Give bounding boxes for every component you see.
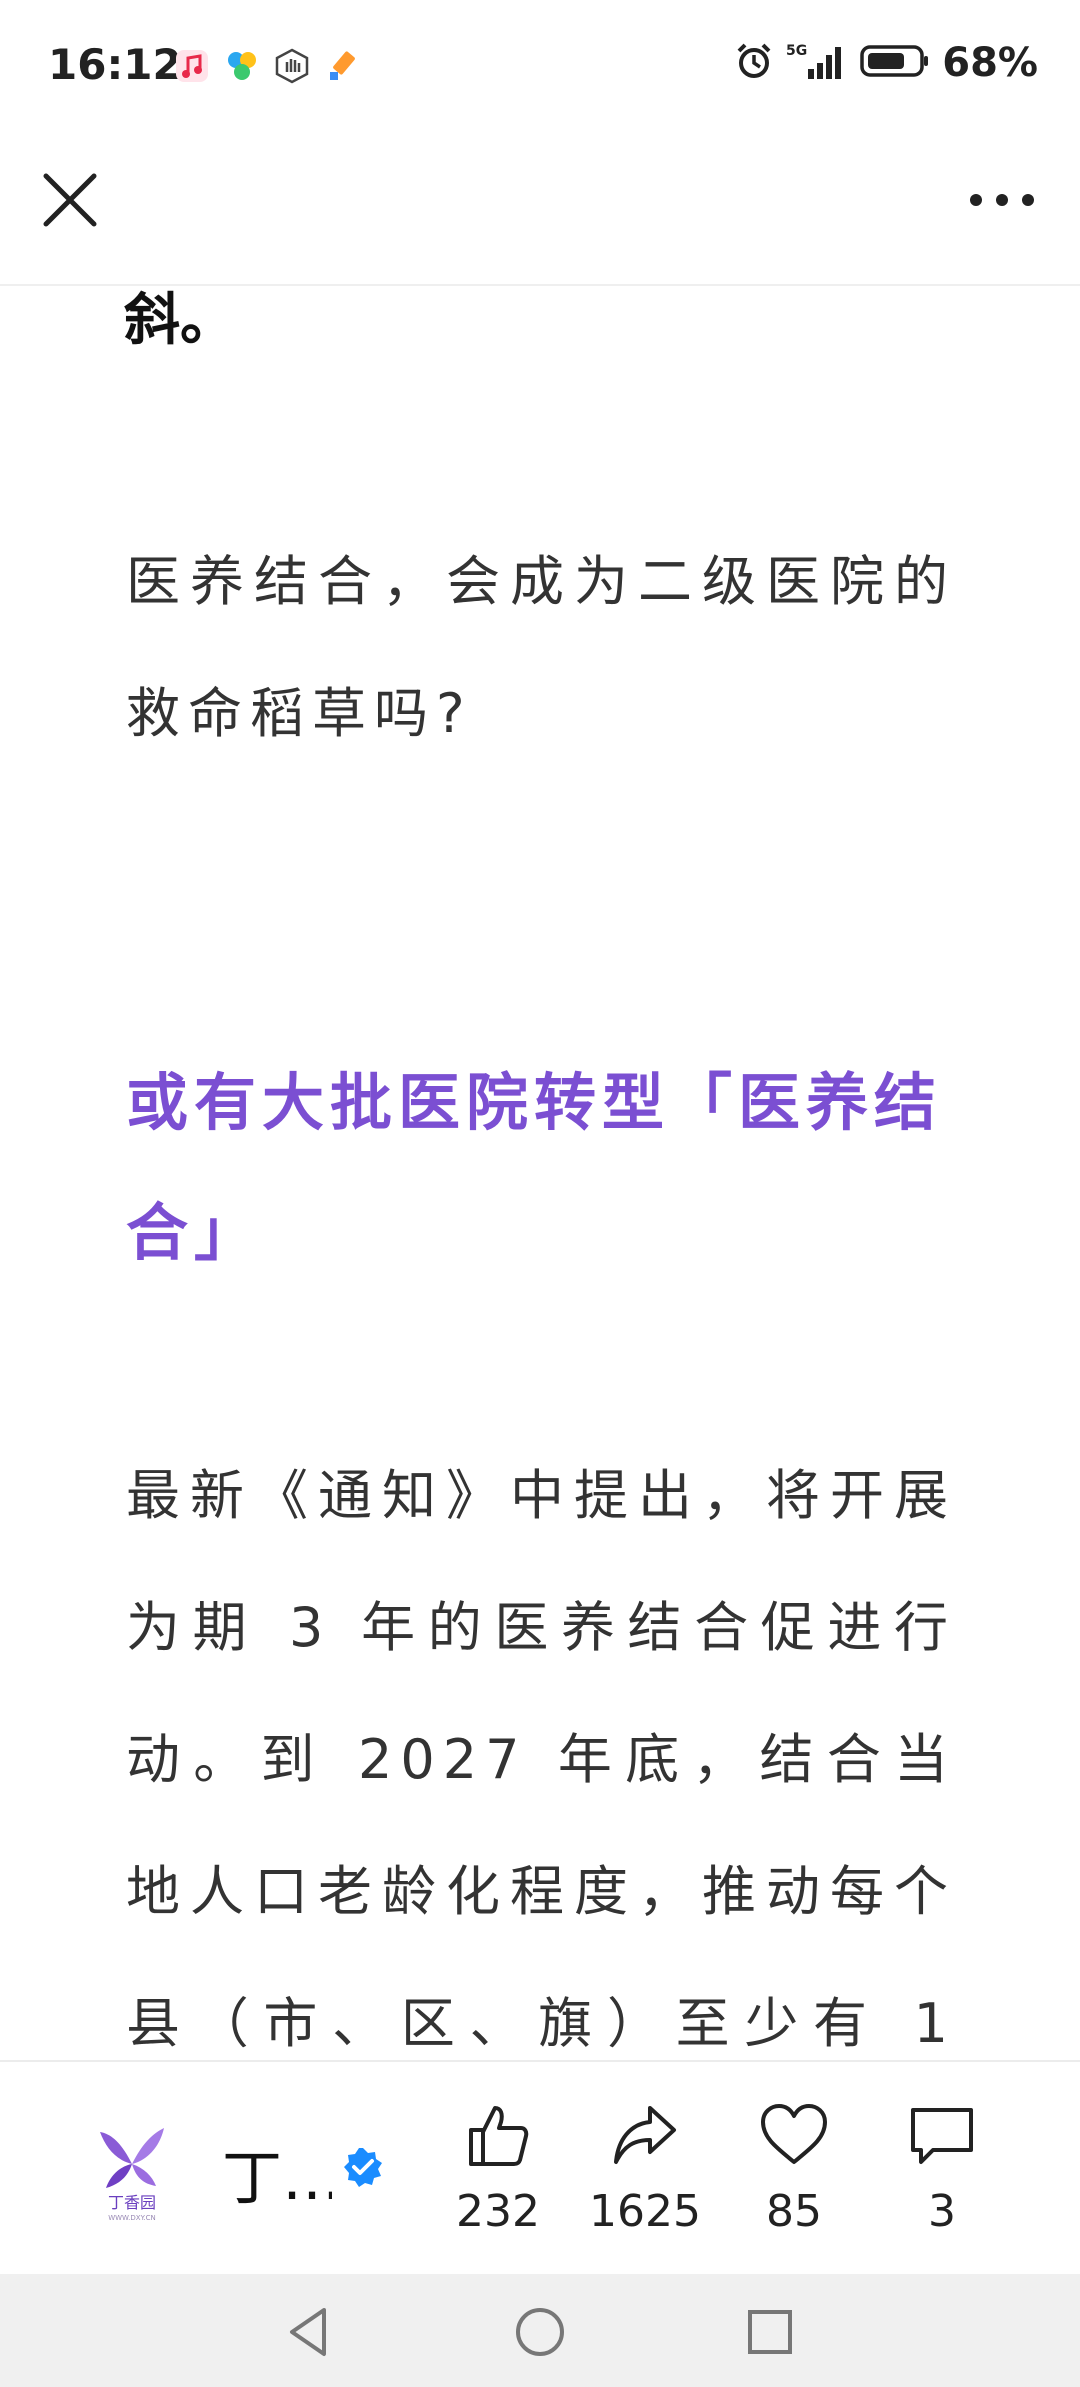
- close-button[interactable]: [38, 168, 102, 232]
- thumbs-up-icon: [469, 2106, 529, 2166]
- pen-app-icon: [324, 48, 360, 84]
- more-dots-icon: [970, 194, 1034, 206]
- more-button[interactable]: [962, 174, 1042, 226]
- system-navigation-bar: [0, 2274, 1080, 2387]
- author-logo-text: 丁香园: [108, 2193, 156, 2212]
- signal-icon: 5G: [786, 41, 848, 85]
- status-bar: 16:12 5G 68%: [0, 0, 1080, 138]
- author-avatar[interactable]: 丁香园 WWW.DXY.CN: [92, 2114, 172, 2224]
- top-nav-bar: [0, 138, 1080, 286]
- paragraph-question: 医养结合，会成为二级医院的救命稻草吗?: [126, 550, 956, 745]
- article-body[interactable]: 斜。 医养结合，会成为二级医院的救命稻草吗? 或有大批医院转型「医养结合」 最新…: [0, 286, 1080, 2060]
- recents-square-icon: [748, 2310, 792, 2354]
- back-button[interactable]: [280, 2302, 340, 2362]
- status-right: 5G 68%: [734, 40, 1038, 86]
- recents-button[interactable]: [740, 2302, 800, 2362]
- section-heading: 或有大批医院转型「医养结合」: [126, 1066, 943, 1269]
- like-count: 232: [456, 2186, 540, 2237]
- alarm-icon: [734, 41, 774, 85]
- favorite-count: 85: [766, 2186, 822, 2237]
- hand-shield-icon: [274, 48, 310, 84]
- comment-count: 3: [928, 2186, 956, 2237]
- close-icon: [43, 173, 97, 227]
- battery-percent: 68%: [942, 40, 1038, 86]
- share-arrow-icon: [614, 2106, 676, 2164]
- network-label: 5G: [786, 43, 807, 59]
- comment-bubble-icon: [911, 2108, 973, 2164]
- bottom-action-bar: 丁香园 WWW.DXY.CN 丁… 232 1625 85 3: [0, 2060, 1080, 2276]
- comment-button[interactable]: 3: [872, 2100, 1012, 2237]
- back-triangle-icon: [290, 2308, 326, 2356]
- battery-icon: [860, 41, 930, 85]
- paragraph-tail: 斜。: [124, 288, 236, 353]
- heart-icon: [761, 2104, 827, 2164]
- share-count: 1625: [589, 2186, 701, 2237]
- author-name[interactable]: 丁…: [222, 2130, 332, 2217]
- notification-icons: [174, 48, 360, 84]
- status-time: 16:12: [48, 40, 182, 89]
- music-icon: [174, 48, 210, 84]
- favorite-button[interactable]: 85: [724, 2100, 864, 2237]
- author-logo-subtext: WWW.DXY.CN: [108, 2214, 156, 2222]
- share-button[interactable]: 1625: [575, 2100, 715, 2237]
- home-circle-icon: [516, 2308, 564, 2356]
- like-button[interactable]: 232: [428, 2100, 568, 2237]
- pinwheel-app-icon: [224, 48, 260, 84]
- paragraph-notice: 最新《通知》中提出，将开展为期 3 年的医养结合促进行动。到 2027 年底，结…: [126, 1464, 956, 2055]
- verified-badge-icon: [342, 2146, 384, 2188]
- home-button[interactable]: [510, 2302, 570, 2362]
